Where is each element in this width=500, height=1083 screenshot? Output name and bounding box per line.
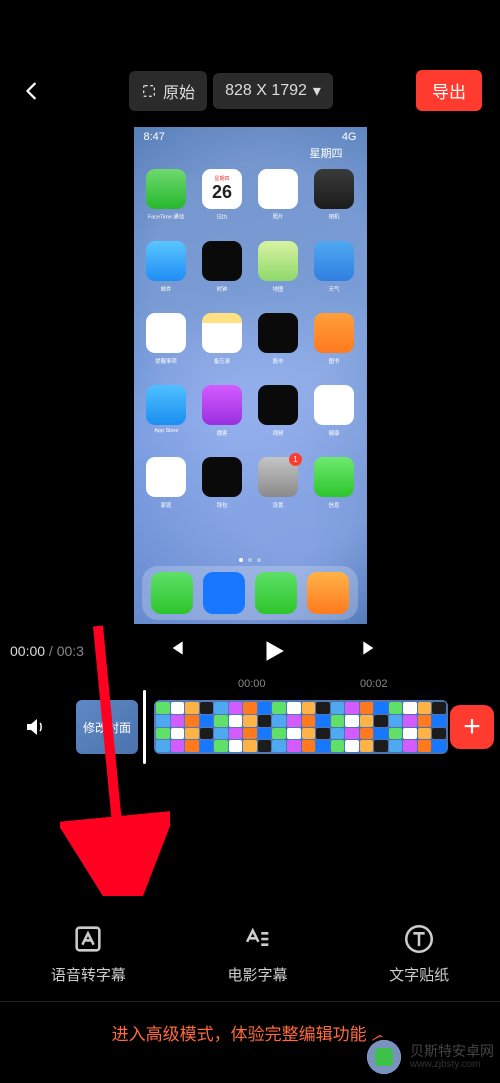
app-icon: 邮件 <box>146 241 186 295</box>
timeline-row: 修改封面 + <box>0 696 500 754</box>
mute-button[interactable] <box>4 715 66 739</box>
watermark: 贝斯特安卓网 www.zjbsty.com <box>364 1037 494 1077</box>
volume-icon <box>23 715 47 739</box>
app-icon: 备忘录 <box>202 313 242 367</box>
tool-voice-subtitle[interactable]: 语音转字幕 <box>51 922 126 985</box>
phone-screen-preview: 8:47 4G 星期四 FaceTime 通话星期四26日历照片相机邮件时钟地图… <box>134 127 367 624</box>
chevron-left-icon <box>21 80 43 102</box>
video-track[interactable]: + <box>148 700 500 754</box>
cover-thumbnail[interactable]: 修改封面 <box>76 700 138 754</box>
resolution-value: 828 X 1792 <box>225 82 307 100</box>
resolution-dropdown[interactable]: 828 X 1792 ▾ <box>213 73 333 109</box>
app-icon: 视频 <box>258 385 298 439</box>
app-icon: 信息 <box>314 457 354 511</box>
phone-time: 8:47 <box>144 131 165 143</box>
play-button[interactable] <box>260 638 286 664</box>
app-icon: App Store <box>146 385 186 439</box>
video-clip[interactable] <box>154 700 448 754</box>
app-icon: 时钟 <box>202 241 242 295</box>
app-icon: 星期四26日历 <box>202 169 242 223</box>
tool-text-sticker[interactable]: 文字贴纸 <box>389 922 449 985</box>
next-button[interactable] <box>360 638 380 658</box>
movie-subtitle-icon <box>240 922 274 956</box>
app-icon: 股市 <box>258 313 298 367</box>
add-clip-button[interactable]: + <box>450 705 494 749</box>
prev-button[interactable] <box>166 638 186 658</box>
app-icon: 天气 <box>314 241 354 295</box>
tool-row: 语音转字幕 电影字幕 文字贴纸 <box>0 922 500 985</box>
phone-dock <box>142 566 358 620</box>
aspect-ratio-label: 原始 <box>163 79 195 103</box>
app-icon: FaceTime 通话 <box>146 169 186 223</box>
app-icon: 家庭 <box>146 457 186 511</box>
tool-movie-subtitle[interactable]: 电影字幕 <box>227 922 287 985</box>
playhead[interactable] <box>143 690 146 764</box>
app-icon: 钱包 <box>202 457 242 511</box>
back-button[interactable] <box>18 77 46 105</box>
timeline-ruler[interactable]: 00:00 00:02 <box>0 678 500 696</box>
app-icon: 地图 <box>258 241 298 295</box>
app-icon: 健康 <box>314 385 354 439</box>
app-icon: 播客 <box>202 385 242 439</box>
voice-subtitle-icon <box>71 922 105 956</box>
aspect-ratio-button[interactable]: 原始 <box>129 71 207 111</box>
watermark-logo <box>364 1037 404 1077</box>
app-icon: 相机 <box>314 169 354 223</box>
app-icon: 1设置 <box>258 457 298 511</box>
top-bar: 原始 828 X 1792 ▾ 导出 <box>0 0 500 127</box>
app-icon: 提醒事项 <box>146 313 186 367</box>
app-icon: 图书 <box>314 313 354 367</box>
crop-icon <box>141 83 157 99</box>
app-icon: 照片 <box>258 169 298 223</box>
chevron-down-icon: ▾ <box>313 81 321 101</box>
top-center-controls: 原始 828 X 1792 ▾ <box>129 71 333 111</box>
time-display: 00:00 / 00:3 <box>6 643 102 659</box>
text-sticker-icon <box>402 922 436 956</box>
page-dots <box>239 558 261 562</box>
video-preview[interactable]: 8:47 4G 星期四 FaceTime 通话星期四26日历照片相机邮件时钟地图… <box>0 127 500 624</box>
phone-network: 4G <box>342 131 357 143</box>
player-bar: 00:00 / 00:3 <box>0 624 500 678</box>
phone-weekday: 星期四 <box>310 145 343 161</box>
export-button[interactable]: 导出 <box>416 70 482 111</box>
